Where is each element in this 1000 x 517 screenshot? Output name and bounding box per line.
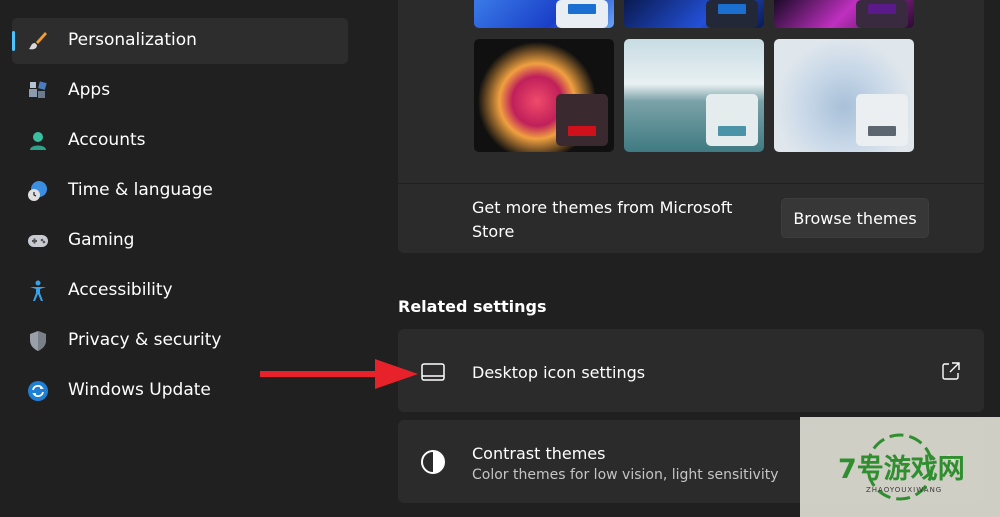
sidebar-item-time-language[interactable]: Time & language [12, 168, 348, 214]
accessibility-icon [26, 279, 50, 303]
monitor-icon [420, 359, 446, 385]
brush-icon [26, 29, 50, 53]
sidebar-item-accounts[interactable]: Accounts [12, 118, 348, 164]
desktop-icon-settings-title: Desktop icon settings [472, 363, 646, 382]
theme-badge [856, 94, 908, 146]
sidebar-item-personalization[interactable]: Personalization [12, 18, 348, 64]
shield-icon [26, 329, 50, 353]
desktop-icon-settings-row[interactable]: Desktop icon settings [398, 329, 984, 412]
theme-accent-bar [568, 4, 596, 14]
theme-badge [556, 0, 608, 28]
watermark-text: 7号游戏网 [838, 454, 965, 485]
sidebar-item-label: Time & language [68, 180, 213, 200]
card-divider [398, 183, 984, 184]
external-link-icon[interactable] [942, 362, 962, 382]
annotation-arrow [260, 359, 418, 389]
globe-clock-icon [26, 179, 50, 203]
sidebar-item-label: Windows Update [68, 380, 211, 400]
themes-card: Get more themes from Microsoft Store Bro… [398, 0, 984, 253]
sync-icon [26, 379, 50, 403]
sidebar-nav: Personalization Apps Accounts Time & lan… [0, 0, 360, 517]
theme-thumbnail-flow[interactable] [774, 39, 914, 152]
sidebar-item-label: Accessibility [68, 280, 173, 300]
browse-themes-button[interactable]: Browse themes [781, 198, 929, 238]
theme-accent-bar [868, 126, 896, 136]
theme-accent-bar [568, 126, 596, 136]
selection-indicator [12, 31, 15, 51]
sidebar-item-apps[interactable]: Apps [12, 68, 348, 114]
contrast-themes-subtitle: Color themes for low vision, light sensi… [472, 467, 779, 483]
contrast-themes-title: Contrast themes [472, 444, 606, 463]
theme-thumbnail-glow[interactable] [774, 0, 914, 28]
watermark-logo: 7号游戏网 ZHAOYOUXIWANG [800, 417, 1000, 517]
sidebar-item-gaming[interactable]: Gaming [12, 218, 348, 264]
sidebar-item-label: Personalization [68, 30, 197, 50]
sidebar-item-label: Accounts [68, 130, 146, 150]
sidebar-item-label: Privacy & security [68, 330, 222, 350]
theme-accent-bar [868, 4, 896, 14]
theme-accent-bar [718, 4, 746, 14]
apps-icon [26, 79, 50, 103]
theme-badge [556, 94, 608, 146]
contrast-icon [420, 449, 446, 475]
gamepad-icon [26, 229, 50, 253]
theme-badge [706, 94, 758, 146]
sidebar-item-label: Gaming [68, 230, 135, 250]
theme-badge [856, 0, 908, 28]
theme-thumbnail-bloom-dark[interactable] [624, 0, 764, 28]
theme-thumbnail-bloom-blue[interactable] [474, 0, 614, 28]
sidebar-item-label: Apps [68, 80, 111, 100]
theme-badge [706, 0, 758, 28]
theme-thumbnail-sunrise[interactable] [624, 39, 764, 152]
related-settings-heading: Related settings [398, 297, 547, 316]
person-icon [26, 129, 50, 153]
watermark-subtext: ZHAOYOUXIWANG [866, 486, 943, 494]
more-themes-text: Get more themes from Microsoft Store [472, 198, 733, 241]
theme-accent-bar [718, 126, 746, 136]
theme-thumbnail-captured-motion[interactable] [474, 39, 614, 152]
sidebar-item-accessibility[interactable]: Accessibility [12, 268, 348, 314]
